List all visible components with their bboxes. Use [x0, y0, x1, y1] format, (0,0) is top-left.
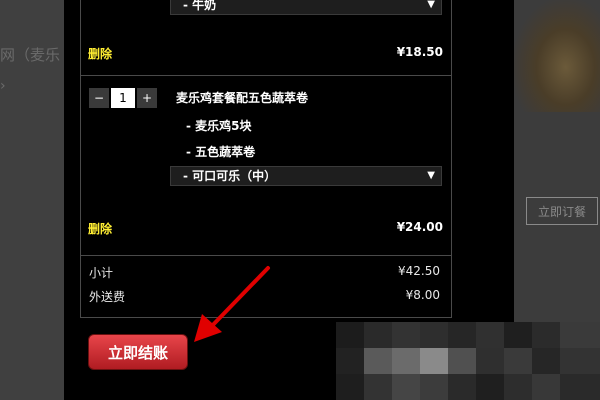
minus-button[interactable]: −: [89, 88, 109, 108]
pixelated-overlay: [336, 322, 600, 400]
dropdown-arrow-icon: ▼: [427, 0, 435, 10]
subtotal-label: 小计: [89, 266, 114, 280]
delivery-fee-value: ¥8.00: [405, 288, 440, 302]
item2-subitem: - 麦乐鸡5块: [186, 119, 252, 133]
subtotal-value: ¥42.50: [398, 264, 440, 278]
background-chevron: ›: [0, 78, 6, 94]
item1-price: ¥18.50: [396, 45, 443, 59]
delivery-fee-label: 外送费: [89, 290, 126, 304]
item2-drink-value: - 可口可乐（中）: [183, 169, 277, 183]
item-divider: [80, 255, 452, 256]
item2-drink-select[interactable]: - 可口可乐（中） ▼: [170, 166, 442, 186]
quantity-input[interactable]: 1: [111, 88, 135, 108]
dropdown-arrow-icon: ▼: [427, 170, 435, 181]
item2-subitem: - 五色蔬萃卷: [186, 145, 256, 159]
checkout-button[interactable]: 立即结账: [88, 334, 188, 370]
red-arrow-icon: [194, 266, 270, 342]
item2-delete-link[interactable]: 删除: [88, 220, 112, 237]
item2-title: 麦乐鸡套餐配五色蔬萃卷: [176, 91, 309, 105]
quantity-stepper: − 1 +: [89, 88, 157, 108]
item1-option-select[interactable]: - 牛奶 ▼: [170, 0, 442, 15]
item1-delete-link[interactable]: 删除: [88, 45, 112, 62]
background-text: 网（麦乐: [0, 46, 61, 64]
item-divider: [80, 75, 452, 76]
order-now-button[interactable]: 立即订餐: [526, 197, 598, 225]
item1-option-value: - 牛奶: [183, 0, 217, 12]
food-image: [514, 0, 600, 112]
item2-price: ¥24.00: [396, 220, 443, 234]
plus-button[interactable]: +: [137, 88, 157, 108]
